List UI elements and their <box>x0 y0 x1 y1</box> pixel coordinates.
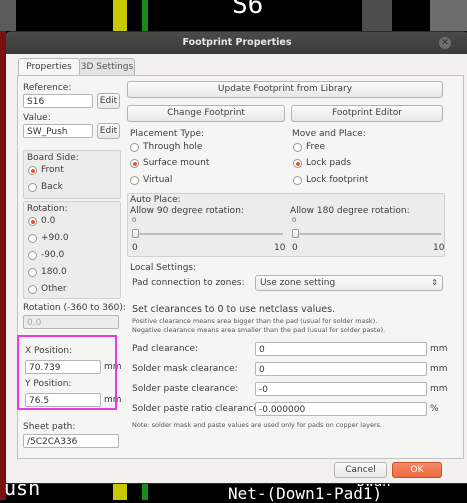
rot180-slider-track[interactable] <box>293 233 441 235</box>
rot180-axis-min: 0 <box>292 243 298 253</box>
rot90-label: Allow 90 degree rotation: <box>130 206 244 216</box>
value-field[interactable]: SW_Push <box>23 124 93 138</box>
sheet-path-label: Sheet path: <box>23 422 76 432</box>
tab-3d-settings[interactable]: 3D Settings <box>79 58 135 76</box>
board-side-title: Board Side: <box>27 153 79 163</box>
move-lock-pads-radio[interactable] <box>293 159 302 168</box>
move-lock-pads-label[interactable]: Lock pads <box>306 158 351 168</box>
paste-note: Note: solder mask and paste values are u… <box>132 421 383 429</box>
rot180-slider-knob[interactable] <box>292 229 299 238</box>
placement-surface-mount-radio[interactable] <box>130 159 139 168</box>
rot180-axis-max: 10 <box>433 243 445 253</box>
move-free-radio[interactable] <box>293 143 302 152</box>
board-side-front-radio[interactable] <box>28 166 37 175</box>
reference-edit-button[interactable]: Edit <box>97 93 120 109</box>
move-free-label[interactable]: Free <box>306 142 325 152</box>
dialog-title: Footprint Properties <box>6 32 467 54</box>
updown-icon: ⇕ <box>431 278 438 287</box>
rotation-group <box>23 201 121 299</box>
paste-clearance-label: Solder paste clearance: <box>132 384 239 394</box>
mask-clearance-field[interactable]: 0 <box>255 362 427 376</box>
close-icon[interactable]: ✕ <box>439 37 451 49</box>
paste-clearance-unit: mm <box>430 384 448 394</box>
pad-zones-label: Pad connection to zones: <box>132 278 245 288</box>
reference-field[interactable]: S16 <box>23 94 93 108</box>
rotation-90-radio[interactable] <box>28 234 37 243</box>
position-highlight-box <box>17 335 117 410</box>
rotation-other-radio[interactable] <box>28 285 37 294</box>
rotation-0-label[interactable]: 0.0 <box>41 216 55 226</box>
clearance-info-title: Set clearances to 0 to use netclass valu… <box>132 304 336 315</box>
placement-surface-mount-label[interactable]: Surface mount <box>143 158 209 168</box>
cancel-button[interactable]: Cancel <box>334 462 387 478</box>
rotation-neg90-label[interactable]: -90.0 <box>41 250 64 260</box>
sheet-path-field[interactable]: /5C2CA336 <box>23 434 119 448</box>
rot180-label: Allow 180 degree rotation: <box>290 206 410 216</box>
footprint-editor-button[interactable]: Footprint Editor <box>291 105 443 122</box>
rot90-min-label: 0 <box>132 216 137 224</box>
update-footprint-button[interactable]: Update Footprint from Library <box>127 81 443 98</box>
tab-properties[interactable]: Properties <box>18 58 80 76</box>
change-footprint-button[interactable]: Change Footprint <box>127 105 285 122</box>
rotation-0-radio[interactable] <box>28 217 37 226</box>
clearance-info-line1: Positive clearance means area bigger tha… <box>132 317 378 325</box>
yellow-track <box>113 482 127 500</box>
paste-ratio-label: Solder paste ratio clearance: <box>132 404 262 414</box>
grey-pad <box>430 0 467 31</box>
placement-virtual-label[interactable]: Virtual <box>143 175 172 185</box>
placement-virtual-radio[interactable] <box>130 176 139 185</box>
green-track <box>142 0 148 31</box>
rotation-90-label[interactable]: +90.0 <box>41 233 69 243</box>
rotation-custom-label: Rotation (-360 to 360): <box>23 303 126 313</box>
pad-zones-select[interactable]: Use zone setting ⇕ <box>255 275 443 291</box>
autoplace-title: Auto Place: <box>130 195 181 205</box>
paste-clearance-field[interactable]: -0 <box>255 382 427 396</box>
rotation-180-radio[interactable] <box>28 268 37 277</box>
move-place-title: Move and Place: <box>292 129 366 139</box>
paste-ratio-unit: % <box>430 404 439 414</box>
rot90-axis-max: 10 <box>274 243 286 253</box>
pad-clearance-label: Pad clearance: <box>132 344 199 354</box>
board-side-front-label[interactable]: Front <box>41 165 64 175</box>
reference-label: Reference: <box>23 83 72 93</box>
placement-type-title: Placement Type: <box>130 129 205 139</box>
placement-through-hole-label[interactable]: Through hole <box>143 142 202 152</box>
board-side-back-label[interactable]: Back <box>41 182 63 192</box>
mask-clearance-label: Solder mask clearance: <box>132 364 238 374</box>
footprint-properties-dialog: Footprint Properties ✕ Properties 3D Set… <box>5 31 467 484</box>
pcb-label-top: S6 <box>232 0 264 20</box>
yellow-track <box>113 0 127 31</box>
rotation-title: Rotation: <box>27 204 68 214</box>
board-side-back-radio[interactable] <box>28 183 37 192</box>
placement-through-hole-radio[interactable] <box>130 143 139 152</box>
ok-button[interactable]: OK <box>392 462 442 478</box>
grey-pad <box>362 0 392 31</box>
green-track <box>142 482 148 500</box>
move-lock-footprint-radio[interactable] <box>293 176 302 185</box>
value-label: Value: <box>23 113 51 123</box>
value-edit-button[interactable]: Edit <box>97 123 120 139</box>
pad-clearance-field[interactable]: 0 <box>255 342 427 356</box>
pad-clearance-unit: mm <box>430 344 448 354</box>
rotation-neg90-radio[interactable] <box>28 251 37 260</box>
rotation-custom-field: 0.0 <box>23 315 119 329</box>
move-lock-footprint-label[interactable]: Lock footprint <box>306 175 368 185</box>
rot90-slider-knob[interactable] <box>132 229 139 238</box>
rot90-axis-min: 0 <box>132 243 138 253</box>
rot90-slider-track[interactable] <box>133 233 283 235</box>
rotation-other-label[interactable]: Other <box>41 284 67 294</box>
grey-pad <box>0 0 16 31</box>
pad-zones-value: Use zone setting <box>260 278 336 288</box>
paste-ratio-field[interactable]: -0.000000 <box>255 402 427 416</box>
rotation-180-label[interactable]: 180.0 <box>41 267 67 277</box>
mask-clearance-unit: mm <box>430 364 448 374</box>
pcb-label-net: Net-(Down1-Pad1) <box>228 484 383 503</box>
local-settings-title: Local Settings: <box>130 263 197 273</box>
rot180-min-label: 0 <box>292 216 297 224</box>
clearance-info-line2: Negative clearance means area smaller th… <box>132 326 386 334</box>
